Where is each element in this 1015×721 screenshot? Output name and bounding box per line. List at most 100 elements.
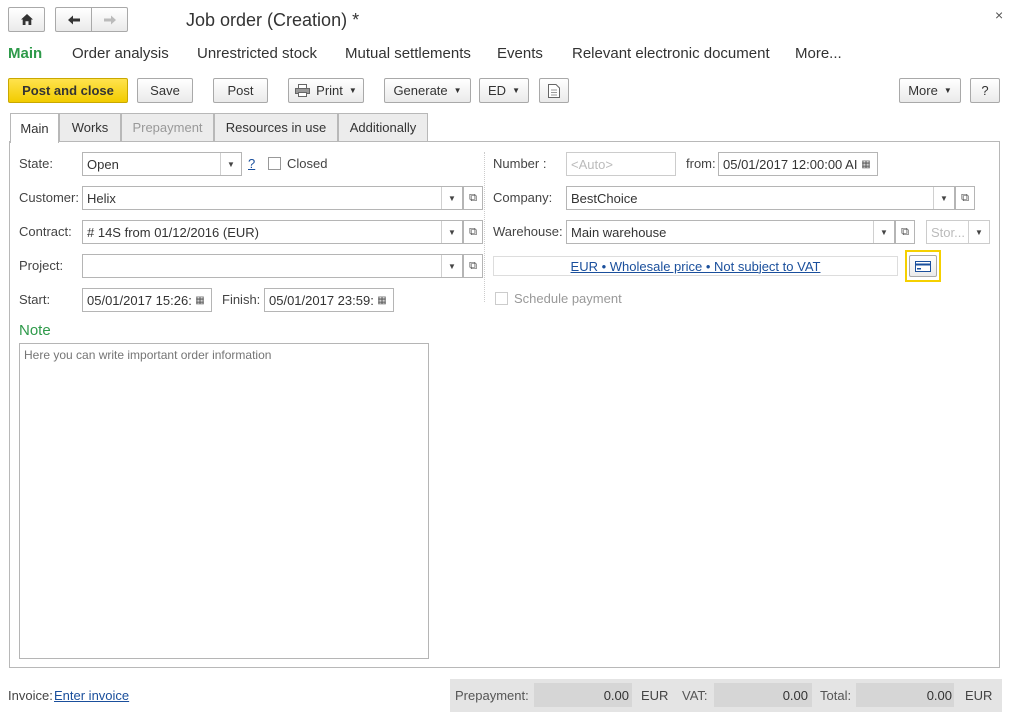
schedule-payment-checkbox[interactable] — [495, 292, 508, 305]
company-field[interactable]: BestChoice ▼ — [566, 186, 955, 210]
price-settings-link[interactable]: EUR • Wholesale price • Not subject to V… — [571, 259, 821, 274]
open-project-button[interactable]: ⧉ — [463, 254, 483, 278]
post-button[interactable]: Post — [213, 78, 268, 103]
contract-label: Contract: — [19, 224, 72, 239]
customer-label: Customer: — [19, 190, 79, 205]
open-customer-button[interactable]: ⧉ — [463, 186, 483, 210]
arrow-right-icon — [103, 15, 116, 24]
chevron-down-icon[interactable]: ▼ — [441, 255, 462, 277]
chevron-down-icon[interactable]: ▼ — [933, 187, 954, 209]
close-icon[interactable]: × — [995, 7, 1003, 23]
vat-value: 0.00 — [782, 688, 808, 703]
vat-label: VAT: — [682, 688, 708, 703]
tab-main[interactable]: Main — [10, 113, 59, 143]
print-button[interactable]: Print ▼ — [288, 78, 364, 103]
prepayment-currency: EUR — [641, 688, 669, 703]
note-heading: Note — [19, 322, 51, 339]
tab-resources-in-use[interactable]: Resources in use — [214, 113, 338, 141]
totals-bar: Prepayment: 0.00 EUR VAT: 0.00 Total: 0.… — [450, 679, 1002, 712]
post-and-close-button[interactable]: Post and close — [8, 78, 128, 103]
note-textarea[interactable] — [19, 343, 429, 659]
window-title: Job order (Creation) * — [186, 10, 360, 30]
contract-field[interactable]: # 14S from 01/12/2016 (EUR) ▼ — [82, 220, 463, 244]
printer-icon — [295, 84, 311, 97]
nav-tab-more[interactable]: More... — [795, 45, 842, 62]
payment-card-button[interactable] — [905, 250, 941, 282]
state-value: Open — [87, 156, 119, 172]
contract-value: # 14S from 01/12/2016 (EUR) — [87, 224, 259, 240]
open-warehouse-button[interactable]: ⧉ — [895, 220, 915, 244]
state-label: State: — [19, 156, 53, 171]
help-label: ? — [981, 83, 989, 98]
project-field[interactable]: ▼ — [82, 254, 463, 278]
save-button[interactable]: Save — [137, 78, 193, 103]
home-button[interactable] — [8, 7, 45, 32]
nav-tab-order-analysis[interactable]: Order analysis — [72, 45, 169, 62]
customer-value: Helix — [87, 190, 116, 206]
document-button[interactable] — [539, 78, 569, 103]
chevron-down-icon: ▼ — [348, 86, 357, 95]
post-and-close-label: Post and close — [22, 83, 114, 98]
state-select[interactable]: Open ▼ — [82, 152, 242, 176]
number-field[interactable]: <Auto> — [566, 152, 676, 176]
from-label: from: — [686, 156, 716, 171]
nav-tab-events[interactable]: Events — [497, 45, 543, 62]
chevron-down-icon: ▼ — [943, 86, 952, 95]
chevron-down-icon[interactable]: ▼ — [873, 221, 894, 243]
chevron-down-icon[interactable]: ▼ — [968, 221, 989, 243]
open-contract-button[interactable]: ⧉ — [463, 220, 483, 244]
nav-tab-unrestricted-stock[interactable]: Unrestricted stock — [197, 45, 317, 62]
house-icon — [20, 14, 33, 25]
post-label: Post — [227, 83, 254, 98]
nav-tab-main[interactable]: Main — [8, 45, 42, 62]
chevron-down-icon[interactable]: ▼ — [441, 221, 462, 243]
tab-works[interactable]: Works — [59, 113, 121, 141]
chevron-down-icon[interactable]: ▼ — [441, 187, 462, 209]
closed-label: Closed — [287, 156, 328, 171]
closed-checkbox[interactable] — [268, 157, 281, 170]
payment-card-inner — [909, 255, 937, 277]
company-label: Company: — [493, 190, 553, 205]
customer-field[interactable]: Helix ▼ — [82, 186, 463, 210]
start-date-field[interactable]: 05/01/2017 15:26: ▦ — [82, 288, 212, 312]
credit-card-icon — [915, 260, 931, 272]
price-settings-box: EUR • Wholesale price • Not subject to V… — [493, 256, 898, 276]
nav-tab-mutual-settlements[interactable]: Mutual settlements — [345, 45, 471, 62]
calendar-icon[interactable]: ▦ — [373, 291, 391, 309]
warehouse-label: Warehouse: — [493, 224, 563, 239]
warehouse-field[interactable]: Main warehouse ▼ — [566, 220, 895, 244]
schedule-payment-label: Schedule payment — [514, 291, 622, 306]
total-currency: EUR — [965, 688, 993, 703]
help-button[interactable]: ? — [970, 78, 1000, 103]
nav-tab-relevant-electronic-document[interactable]: Relevant electronic document — [572, 45, 770, 62]
total-value: 0.00 — [926, 688, 952, 703]
chevron-down-icon[interactable]: ▼ — [220, 153, 241, 175]
storage-field[interactable]: Stor... ▼ — [926, 220, 990, 244]
arrow-left-icon — [67, 15, 80, 24]
generate-button[interactable]: Generate ▼ — [384, 78, 471, 103]
open-company-button[interactable]: ⧉ — [955, 186, 975, 210]
more-button[interactable]: More ▼ — [899, 78, 961, 103]
ed-button[interactable]: ED ▼ — [479, 78, 529, 103]
form-panel: State: Open ▼ ? Closed Customer: Helix ▼… — [9, 141, 1000, 668]
document-icon — [548, 83, 560, 98]
enter-invoice-link[interactable]: Enter invoice — [54, 688, 129, 703]
generate-label: Generate — [393, 83, 448, 98]
number-label: Number : — [493, 156, 547, 171]
back-button[interactable] — [55, 7, 92, 32]
print-label: Print — [316, 83, 343, 98]
calendar-icon[interactable]: ▦ — [857, 155, 875, 173]
finish-date-field[interactable]: 05/01/2017 23:59: ▦ — [264, 288, 394, 312]
more-label: More — [908, 83, 938, 98]
ed-label: ED — [488, 83, 507, 98]
tab-additionally[interactable]: Additionally — [338, 113, 428, 141]
start-label: Start: — [19, 292, 51, 307]
storage-placeholder: Stor... — [931, 224, 965, 240]
forward-button[interactable] — [91, 7, 128, 32]
from-date-field[interactable]: 05/01/2017 12:00:00 AI ▦ — [718, 152, 878, 176]
start-value: 05/01/2017 15:26: — [87, 292, 192, 308]
company-value: BestChoice — [571, 190, 638, 206]
calendar-icon[interactable]: ▦ — [191, 291, 209, 309]
state-help-link[interactable]: ? — [248, 156, 255, 171]
tab-prepayment[interactable]: Prepayment — [121, 113, 214, 141]
